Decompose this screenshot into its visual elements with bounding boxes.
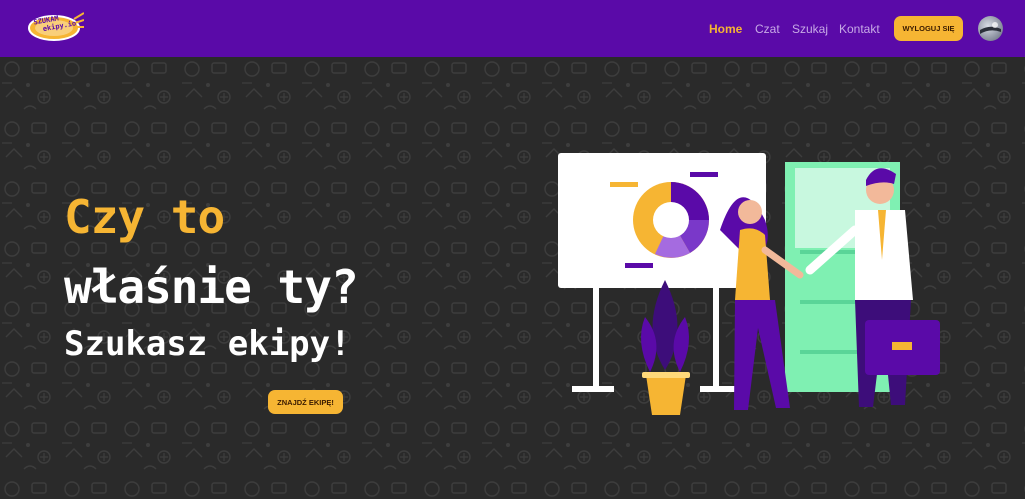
avatar-icon[interactable] xyxy=(978,16,1003,41)
nav-czat[interactable]: Czat xyxy=(755,22,780,36)
nav-home[interactable]: Home xyxy=(709,22,742,36)
nav-szukaj[interactable]: Szukaj xyxy=(792,22,828,36)
find-team-button[interactable]: ZNAJDŹ EKIPĘ! xyxy=(268,390,343,414)
nav-kontakt[interactable]: Kontakt xyxy=(839,22,880,36)
navbar: SZUKAM ekipy.io Home Czat Szukaj Kontakt… xyxy=(0,0,1025,57)
hero-subtitle: Szukasz ekipy! xyxy=(64,324,351,364)
logout-button[interactable]: WYLOGUJ SIĘ xyxy=(894,16,963,41)
presentation-illustration xyxy=(558,153,940,415)
hero-headline-line2: właśnie ty? xyxy=(64,260,359,314)
hero-headline-line1: Czy to xyxy=(64,190,225,244)
plant-icon xyxy=(641,280,690,415)
